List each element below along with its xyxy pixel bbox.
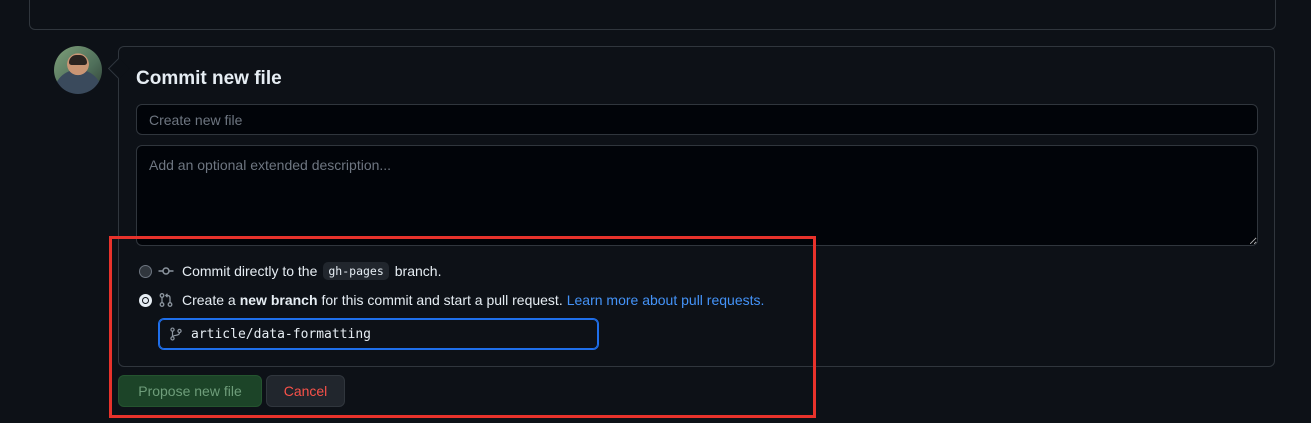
- commit-direct-radio[interactable]: [139, 264, 152, 278]
- new-branch-label-prefix: Create a: [182, 292, 236, 308]
- git-pull-request-icon: [159, 293, 173, 307]
- target-branch-code: gh-pages: [323, 262, 389, 280]
- branch-name-input[interactable]: [191, 326, 591, 342]
- cancel-button[interactable]: Cancel: [266, 375, 345, 407]
- new-branch-option[interactable]: Create a new branch for this commit and …: [139, 290, 764, 310]
- commit-description-input[interactable]: [136, 145, 1258, 246]
- git-commit-icon: [158, 267, 174, 275]
- learn-more-pull-requests-link[interactable]: Learn more about pull requests.: [567, 292, 765, 308]
- commit-direct-option[interactable]: Commit directly to the gh-pages branch.: [139, 261, 441, 281]
- file-editor-panel-bottom: [29, 0, 1276, 30]
- branch-name-field[interactable]: [158, 318, 599, 350]
- commit-summary-input[interactable]: [136, 104, 1258, 135]
- commit-direct-label-prefix: Commit directly to the: [182, 263, 318, 279]
- new-branch-label-bold: new branch: [239, 292, 318, 308]
- new-branch-radio[interactable]: [139, 293, 152, 307]
- commit-direct-label-suffix: branch.: [394, 263, 442, 279]
- git-branch-icon: [170, 327, 182, 341]
- commit-form-title: Commit new file: [136, 68, 282, 89]
- user-avatar: [54, 46, 102, 94]
- new-branch-label-suffix: for this commit and start a pull request…: [321, 292, 563, 308]
- propose-new-file-button[interactable]: Propose new file: [118, 375, 262, 407]
